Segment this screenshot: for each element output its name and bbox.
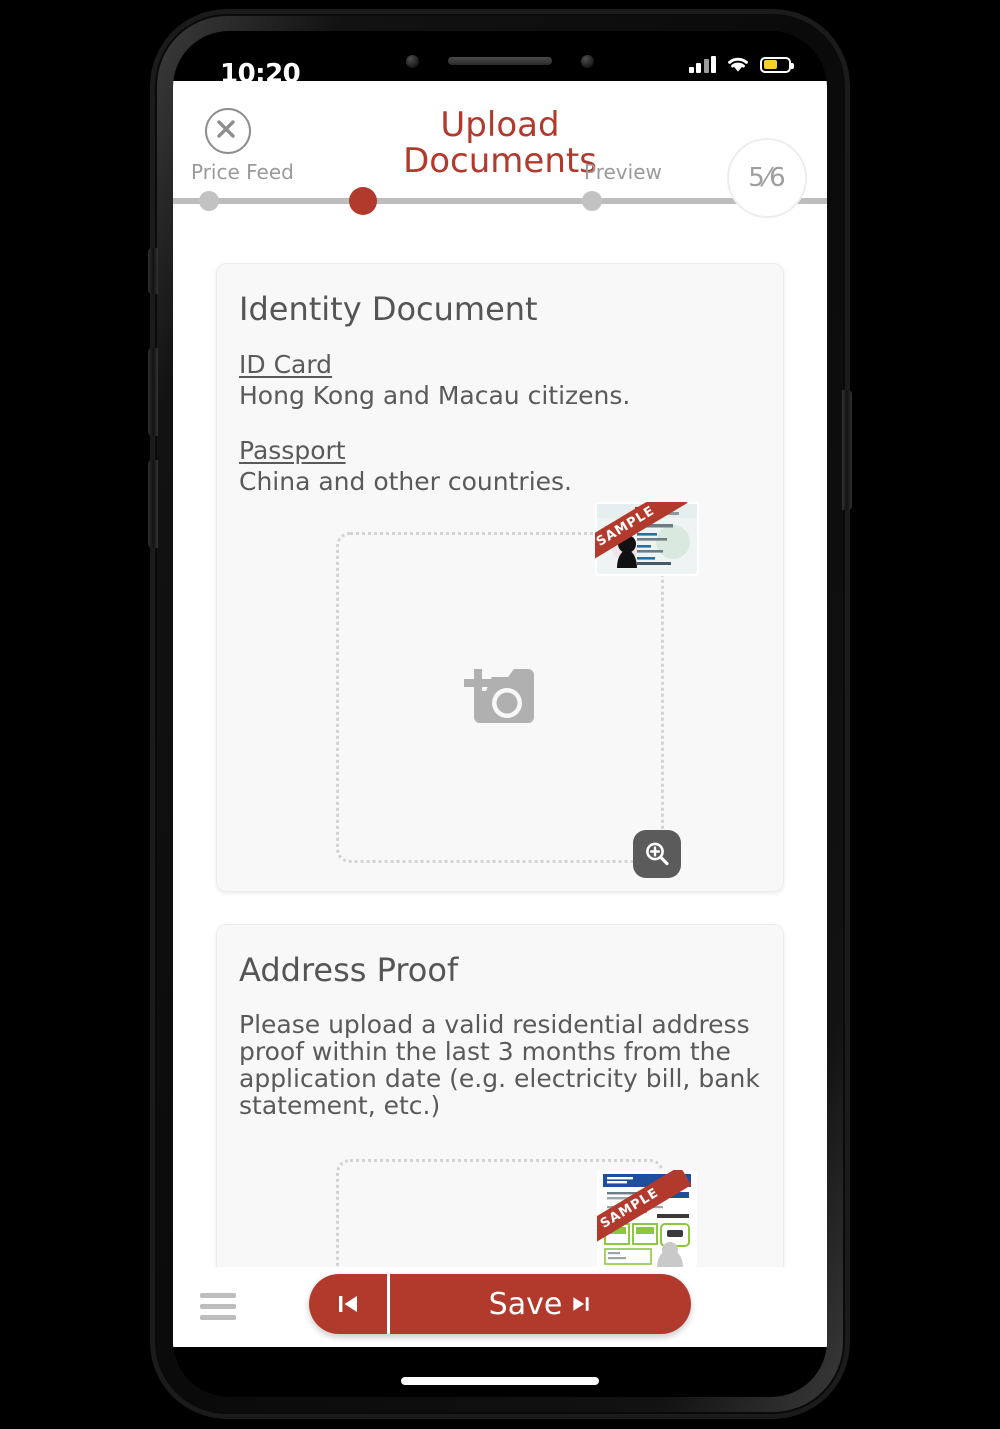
identity-document-title: Identity Document [239, 290, 538, 328]
battery-icon [760, 56, 794, 73]
step-dot-upload-documents[interactable] [349, 187, 377, 215]
page-counter-text: 5⁄6 [748, 163, 786, 193]
doc-option-passport: Passport China and other countries. [239, 436, 761, 496]
save-button[interactable]: Save [390, 1274, 691, 1334]
step-label-price-feed[interactable]: Price Feed [191, 160, 294, 184]
navigation-action-group: Save [309, 1274, 691, 1334]
front-camera-icon [581, 55, 594, 68]
zoom-sample-button[interactable] [633, 830, 681, 878]
power-button[interactable] [842, 390, 852, 510]
sample-address-proof-thumbnail[interactable]: SAMPLE [597, 1170, 697, 1267]
proximity-sensor-icon [406, 55, 419, 68]
volume-down-button[interactable] [148, 460, 158, 548]
cellular-signal-icon [688, 56, 716, 73]
add-photo-camera-icon [464, 668, 534, 723]
notch [366, 31, 634, 81]
doc-type-description: Hong Kong and Macau citizens. [239, 381, 631, 410]
sample-id-card-thumbnail[interactable]: SAMPLE [595, 502, 699, 576]
content-scroll-area[interactable]: Identity Document ID Card Hong Kong and … [173, 231, 827, 1267]
doc-type-description: China and other countries. [239, 467, 572, 496]
magnifier-plus-icon [646, 842, 669, 866]
address-proof-title: Address Proof [239, 951, 459, 989]
app-header: Price Feed Upload Documents Preview 5⁄6 [173, 81, 827, 231]
previous-step-button[interactable] [309, 1274, 390, 1334]
identity-document-upload-dropzone[interactable]: SAMPLE [336, 502, 699, 878]
address-proof-card: Address Proof Please upload a valid resi… [216, 924, 784, 1267]
status-bar-icons [688, 55, 794, 74]
wifi-icon [728, 57, 748, 72]
doc-option-id-card: ID Card Hong Kong and Macau citizens. [239, 350, 761, 410]
doc-type-label[interactable]: Passport [239, 436, 346, 465]
close-button[interactable] [205, 108, 251, 154]
silent-switch-button[interactable] [148, 248, 158, 294]
page-counter-badge: 5⁄6 [727, 138, 807, 218]
volume-up-button[interactable] [148, 348, 158, 436]
step-dot-price-feed[interactable] [199, 191, 219, 211]
bottom-action-bar: Save [173, 1267, 827, 1347]
home-indicator[interactable] [401, 1377, 599, 1385]
step-label-preview[interactable]: Preview [584, 160, 662, 184]
close-icon [217, 120, 235, 138]
doc-type-label[interactable]: ID Card [239, 350, 332, 379]
identity-document-card: Identity Document ID Card Hong Kong and … [216, 263, 784, 892]
address-proof-description: Please upload a valid residential addres… [239, 1010, 760, 1120]
step-dot-preview[interactable] [582, 191, 602, 211]
skip-next-icon [573, 1297, 589, 1311]
app-viewport: Price Feed Upload Documents Preview 5⁄6 … [173, 81, 827, 1347]
phone-screen: 10:20 Price Feed Upload Documents Previe… [173, 31, 827, 1397]
save-button-label: Save [488, 1286, 563, 1322]
skip-previous-icon [339, 1296, 357, 1312]
address-proof-upload-dropzone[interactable]: SAMPLE [336, 1159, 697, 1267]
hamburger-menu-icon[interactable] [200, 1293, 236, 1321]
earpiece-speaker [448, 57, 552, 65]
